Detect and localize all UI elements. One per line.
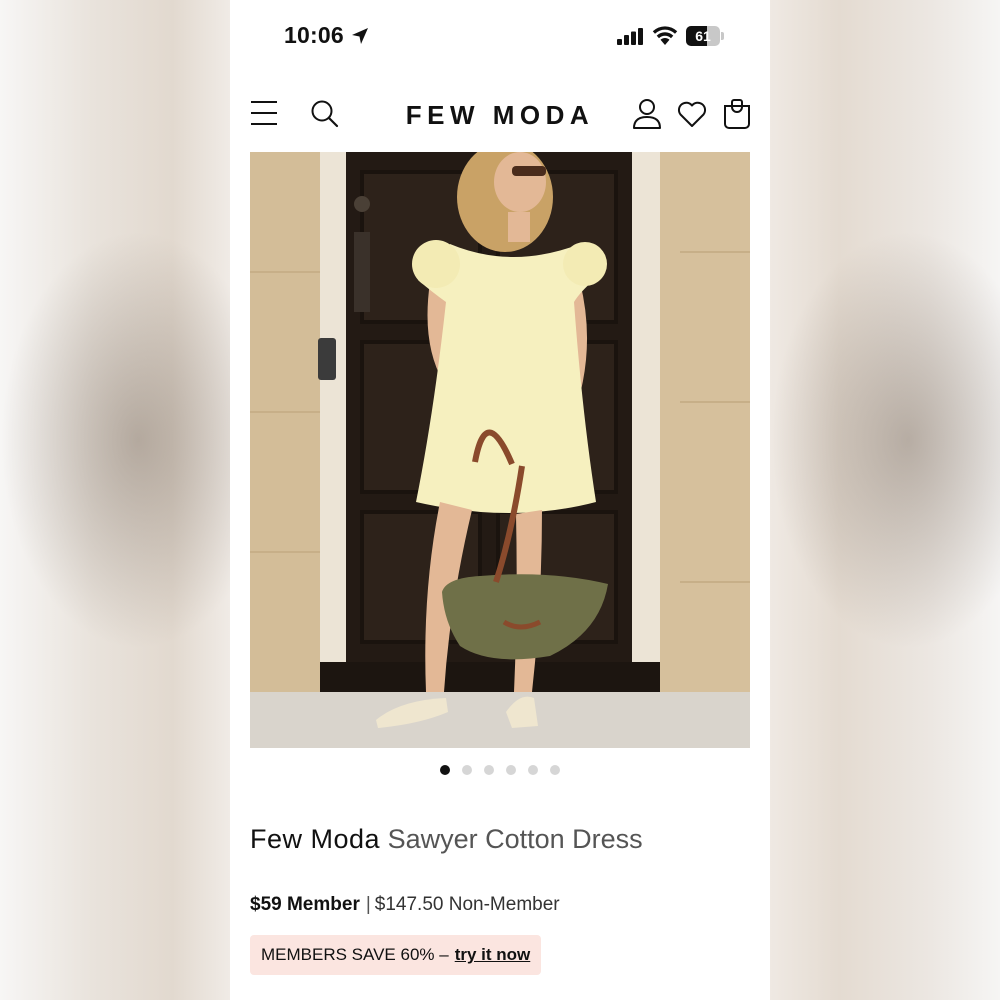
product-name: Sawyer Cotton Dress	[387, 824, 643, 854]
status-time: 10:06	[284, 22, 344, 48]
carousel-dot[interactable]	[484, 765, 494, 775]
carousel-dot[interactable]	[528, 765, 538, 775]
try-it-now-link[interactable]: try it now	[455, 945, 531, 964]
product-brand: Few Moda	[250, 824, 381, 854]
battery-level: 61	[695, 28, 711, 44]
members-promo-banner: MEMBERS SAVE 60% – try it now	[250, 935, 542, 975]
cellular-signal-icon	[617, 28, 643, 45]
product-image[interactable]	[250, 152, 750, 748]
battery-icon: 61	[686, 26, 724, 46]
price-row: $59 Member | $147.50 Non-Member	[250, 894, 560, 916]
carousel-dot[interactable]	[550, 765, 560, 775]
carousel-dot[interactable]	[506, 765, 516, 775]
product-title: Few Moda Sawyer Cotton Dress	[250, 824, 643, 855]
product-photo-illustration	[250, 152, 750, 748]
background-blur-right	[770, 0, 1000, 1000]
account-icon[interactable]	[632, 98, 662, 130]
location-arrow-icon	[352, 28, 368, 44]
wifi-icon	[652, 26, 678, 45]
member-price: $59 Member	[250, 894, 360, 915]
price-separator: |	[365, 894, 371, 915]
carousel-dots	[230, 765, 770, 775]
non-member-price: $147.50 Non-Member	[374, 894, 560, 915]
background-blur-left	[0, 0, 230, 1000]
shopping-bag-icon[interactable]	[722, 98, 752, 130]
heart-icon[interactable]	[676, 98, 708, 130]
promo-text: MEMBERS SAVE 60% –	[261, 945, 449, 964]
phone-screen: 10:06 61 FEW MODA Few Moda Sawyer Cotton…	[230, 0, 770, 1000]
carousel-dot[interactable]	[462, 765, 472, 775]
carousel-dot[interactable]	[440, 765, 450, 775]
